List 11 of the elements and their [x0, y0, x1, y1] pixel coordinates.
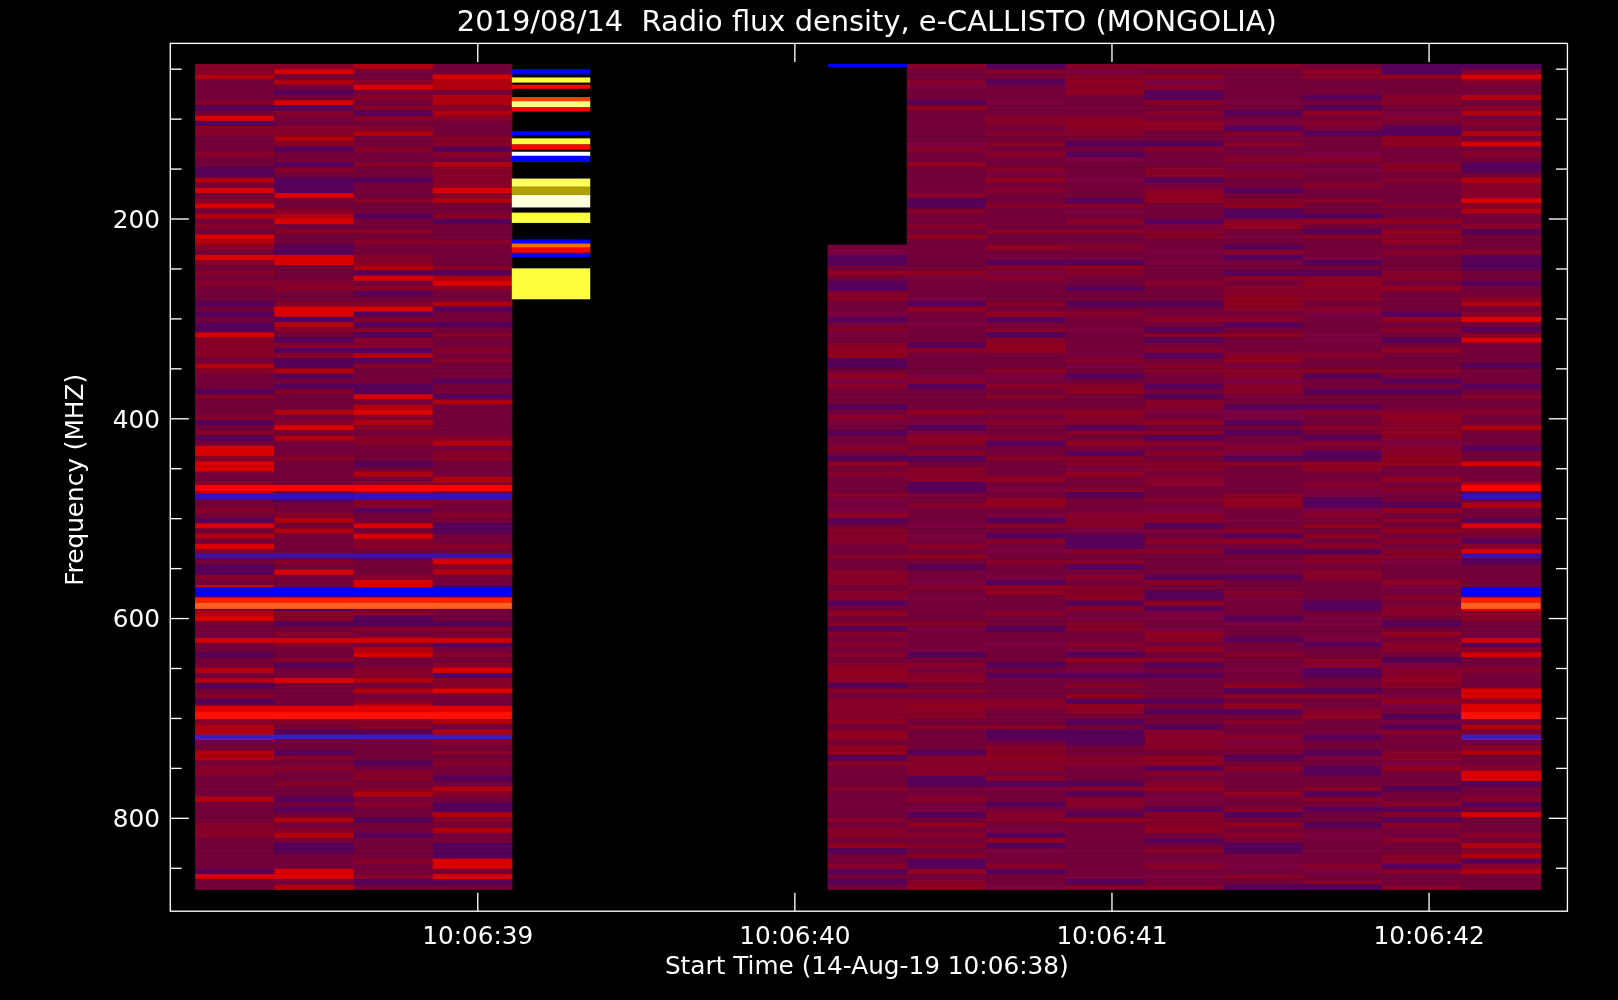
x-tick-label: 10:06:42	[1373, 921, 1485, 951]
y-tick-label: 800	[112, 804, 160, 834]
x-tick-label: 10:06:41	[1056, 921, 1168, 951]
y-tick-label: 400	[112, 404, 160, 434]
y-axis-label: Frequency (MHZ)	[59, 373, 89, 586]
plot-title: 2019/08/14 Radio flux density, e-CALLISTO (MONGOLIA)	[456, 4, 1277, 38]
x-tick-label: 10:06:40	[739, 921, 851, 951]
x-tick-label: 10:06:39	[422, 921, 534, 951]
y-tick-label: 600	[112, 604, 160, 634]
y-tick-label: 200	[112, 205, 160, 235]
x-axis-label: Start Time (14-Aug-19 10:06:38)	[664, 951, 1069, 981]
